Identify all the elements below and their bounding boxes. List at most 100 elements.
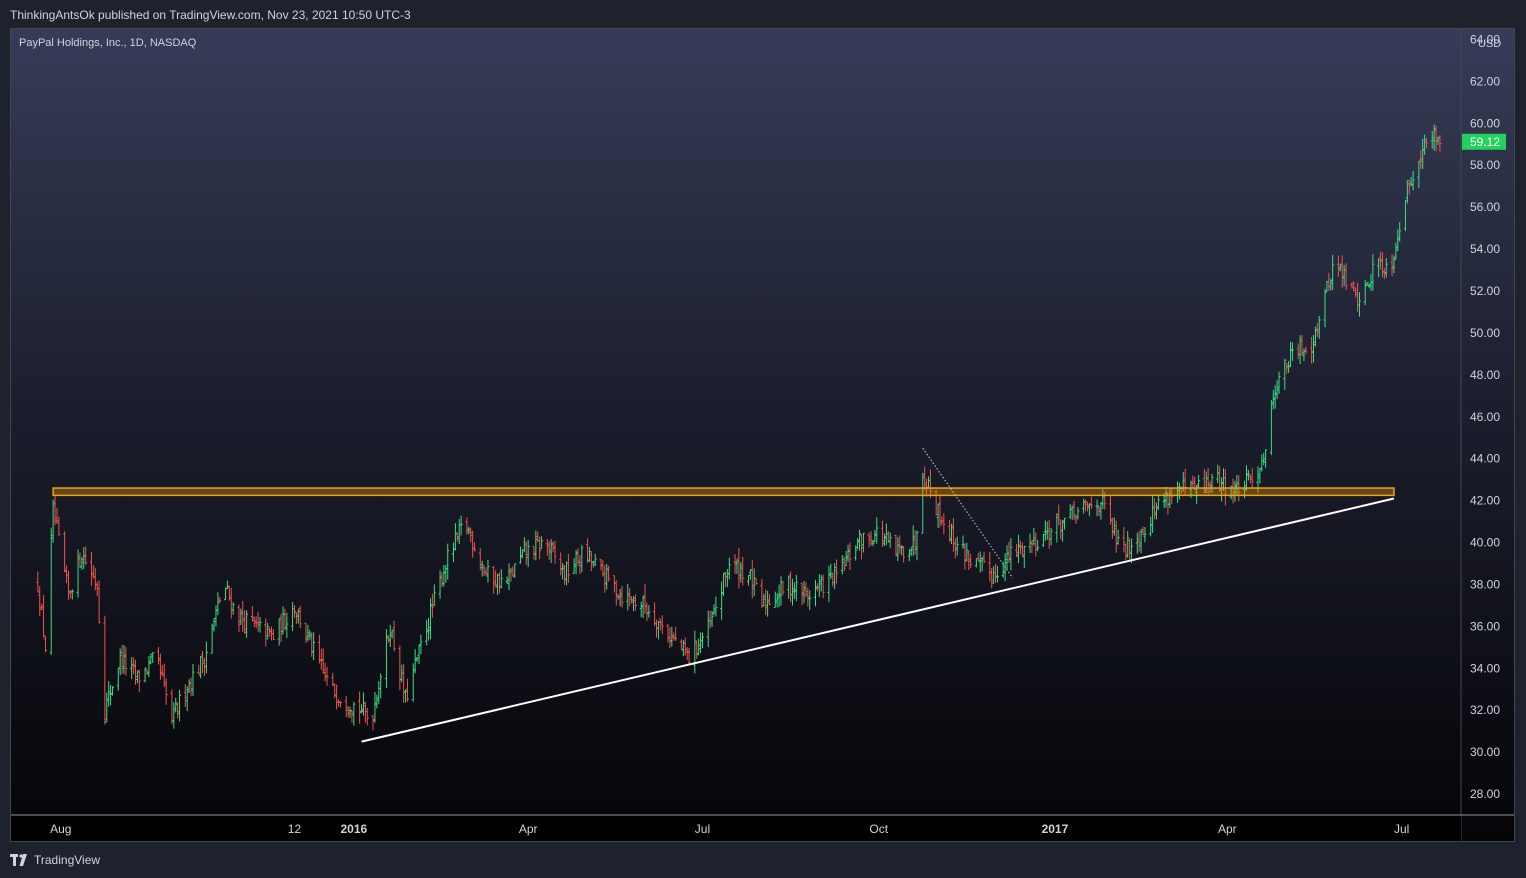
ohlc-bar bbox=[43, 635, 47, 653]
ohlc-bar bbox=[404, 689, 408, 703]
ohlc-bar bbox=[82, 547, 86, 570]
ohlc-bar bbox=[1315, 323, 1319, 337]
ohlc-bar bbox=[965, 542, 969, 562]
ohlc-bar bbox=[1287, 360, 1291, 373]
ohlc-bar bbox=[1122, 526, 1126, 553]
x-tick-label: Apr bbox=[1218, 822, 1237, 836]
ohlc-bar bbox=[949, 523, 953, 545]
ohlc-bar bbox=[93, 567, 97, 591]
currency-label: USD bbox=[1478, 38, 1501, 50]
ascending-trendline[interactable] bbox=[361, 497, 1395, 743]
ohlc-bar bbox=[856, 538, 860, 550]
ohlc-bar bbox=[1074, 514, 1078, 524]
ohlc-bar bbox=[915, 530, 919, 561]
ohlc-bar bbox=[639, 601, 643, 618]
ohlc-bar bbox=[800, 582, 804, 606]
ohlc-bar bbox=[645, 602, 649, 622]
ohlc-bar bbox=[453, 523, 457, 551]
ohlc-bar bbox=[38, 586, 42, 617]
ohlc-bar bbox=[942, 513, 946, 535]
brand[interactable]: TradingView bbox=[10, 853, 100, 867]
price-axis[interactable] bbox=[1461, 29, 1515, 842]
ohlc-bar bbox=[831, 572, 835, 587]
x-tick-label: Apr bbox=[519, 822, 538, 836]
ohlc-bar bbox=[49, 527, 53, 655]
ohlc-bar bbox=[365, 707, 369, 726]
chart-pane[interactable]: 28.00 30.00 32.00 34.00 36.00 38.00 40.00 42.00… bbox=[10, 28, 1515, 842]
ohlc-bar bbox=[89, 551, 93, 586]
ohlc-bar bbox=[817, 574, 821, 597]
ohlc-bar bbox=[982, 551, 986, 564]
ohlc-bar bbox=[308, 630, 312, 641]
ohlc-bar bbox=[1141, 526, 1145, 536]
ohlc-bar bbox=[921, 472, 925, 534]
published-by-text: ThinkingAntsOk published on TradingView.… bbox=[10, 8, 411, 22]
ohlc-bar bbox=[632, 596, 636, 612]
ohlc-bar bbox=[402, 663, 406, 703]
ohlc-bar bbox=[496, 573, 500, 596]
ohlc-bar bbox=[459, 515, 463, 536]
ohlc-bar bbox=[446, 543, 450, 580]
ohlc-bar bbox=[438, 570, 442, 599]
ohlc-bar bbox=[216, 592, 220, 616]
ohlc-bar bbox=[390, 629, 394, 639]
ohlc-bar bbox=[473, 542, 477, 552]
ohlc-bar bbox=[641, 595, 645, 618]
resistance-zone[interactable] bbox=[52, 487, 1395, 497]
ohlc-bar bbox=[1034, 532, 1038, 557]
ohlc-bar bbox=[172, 702, 176, 729]
ohlc-bar bbox=[1342, 265, 1346, 287]
ohlc-bar bbox=[1363, 279, 1367, 306]
ohlc-bar bbox=[679, 639, 683, 650]
ohlc-bar bbox=[1085, 501, 1089, 512]
time-axis[interactable] bbox=[11, 815, 1461, 842]
ohlc-bar bbox=[538, 536, 542, 560]
ohlc-bar bbox=[1304, 346, 1308, 355]
x-tick-label: 2017 bbox=[1042, 822, 1069, 836]
ohlc-bar bbox=[187, 679, 191, 693]
ohlc-bar bbox=[1032, 527, 1036, 546]
ohlc-bar bbox=[120, 644, 124, 675]
ohlc-bar bbox=[229, 587, 233, 619]
ohlc-bar bbox=[338, 700, 342, 708]
ohlc-bar bbox=[643, 584, 647, 614]
ohlc-bar bbox=[1128, 538, 1132, 561]
ohlc-bar bbox=[1417, 160, 1421, 188]
ohlc-bar bbox=[1262, 452, 1266, 466]
ohlc-bar bbox=[1312, 334, 1316, 363]
ohlc-bar bbox=[348, 706, 352, 718]
ohlc-bar bbox=[522, 537, 526, 553]
ohlc-bar bbox=[948, 519, 952, 542]
y-tick-label: 62.00 bbox=[1470, 74, 1500, 88]
ohlc-bar bbox=[1390, 254, 1394, 277]
ohlc-bar bbox=[1248, 474, 1252, 484]
price-chart[interactable]: 28.00 30.00 32.00 34.00 36.00 38.00 40.00 42.00… bbox=[11, 29, 1515, 842]
ohlc-bar bbox=[358, 691, 362, 724]
ohlc-bar bbox=[620, 585, 624, 608]
x-tick-label: 12 bbox=[288, 822, 302, 836]
y-tick-label: 38.00 bbox=[1470, 577, 1500, 591]
ohlc-bar bbox=[670, 626, 674, 647]
ohlc-bar bbox=[693, 630, 697, 674]
ohlc-bar bbox=[361, 692, 365, 716]
ohlc-bar bbox=[685, 647, 689, 661]
ohlc-bar bbox=[700, 632, 704, 649]
ohlc-bar bbox=[457, 518, 461, 545]
ohlc-bar bbox=[1126, 530, 1130, 558]
tradingview-logo-icon bbox=[10, 854, 27, 866]
ohlc-bar bbox=[147, 655, 151, 678]
ohlc-bar bbox=[553, 541, 557, 564]
x-tick-label: 2016 bbox=[341, 822, 368, 836]
ohlc-bar bbox=[1005, 545, 1009, 571]
ohlc-bar bbox=[130, 657, 134, 680]
ohlc-bar bbox=[197, 664, 201, 675]
x-tick-label: Oct bbox=[869, 822, 888, 836]
ohlc-bar bbox=[1419, 150, 1423, 170]
ohlc-bar bbox=[909, 547, 913, 557]
ohlc-bar bbox=[1425, 137, 1429, 149]
ohlc-bar bbox=[532, 545, 536, 560]
ohlc-bar bbox=[614, 580, 618, 606]
ohlc-bar bbox=[1068, 504, 1072, 519]
ohlc-bar bbox=[1329, 278, 1333, 291]
ohlc-bar bbox=[653, 602, 657, 627]
